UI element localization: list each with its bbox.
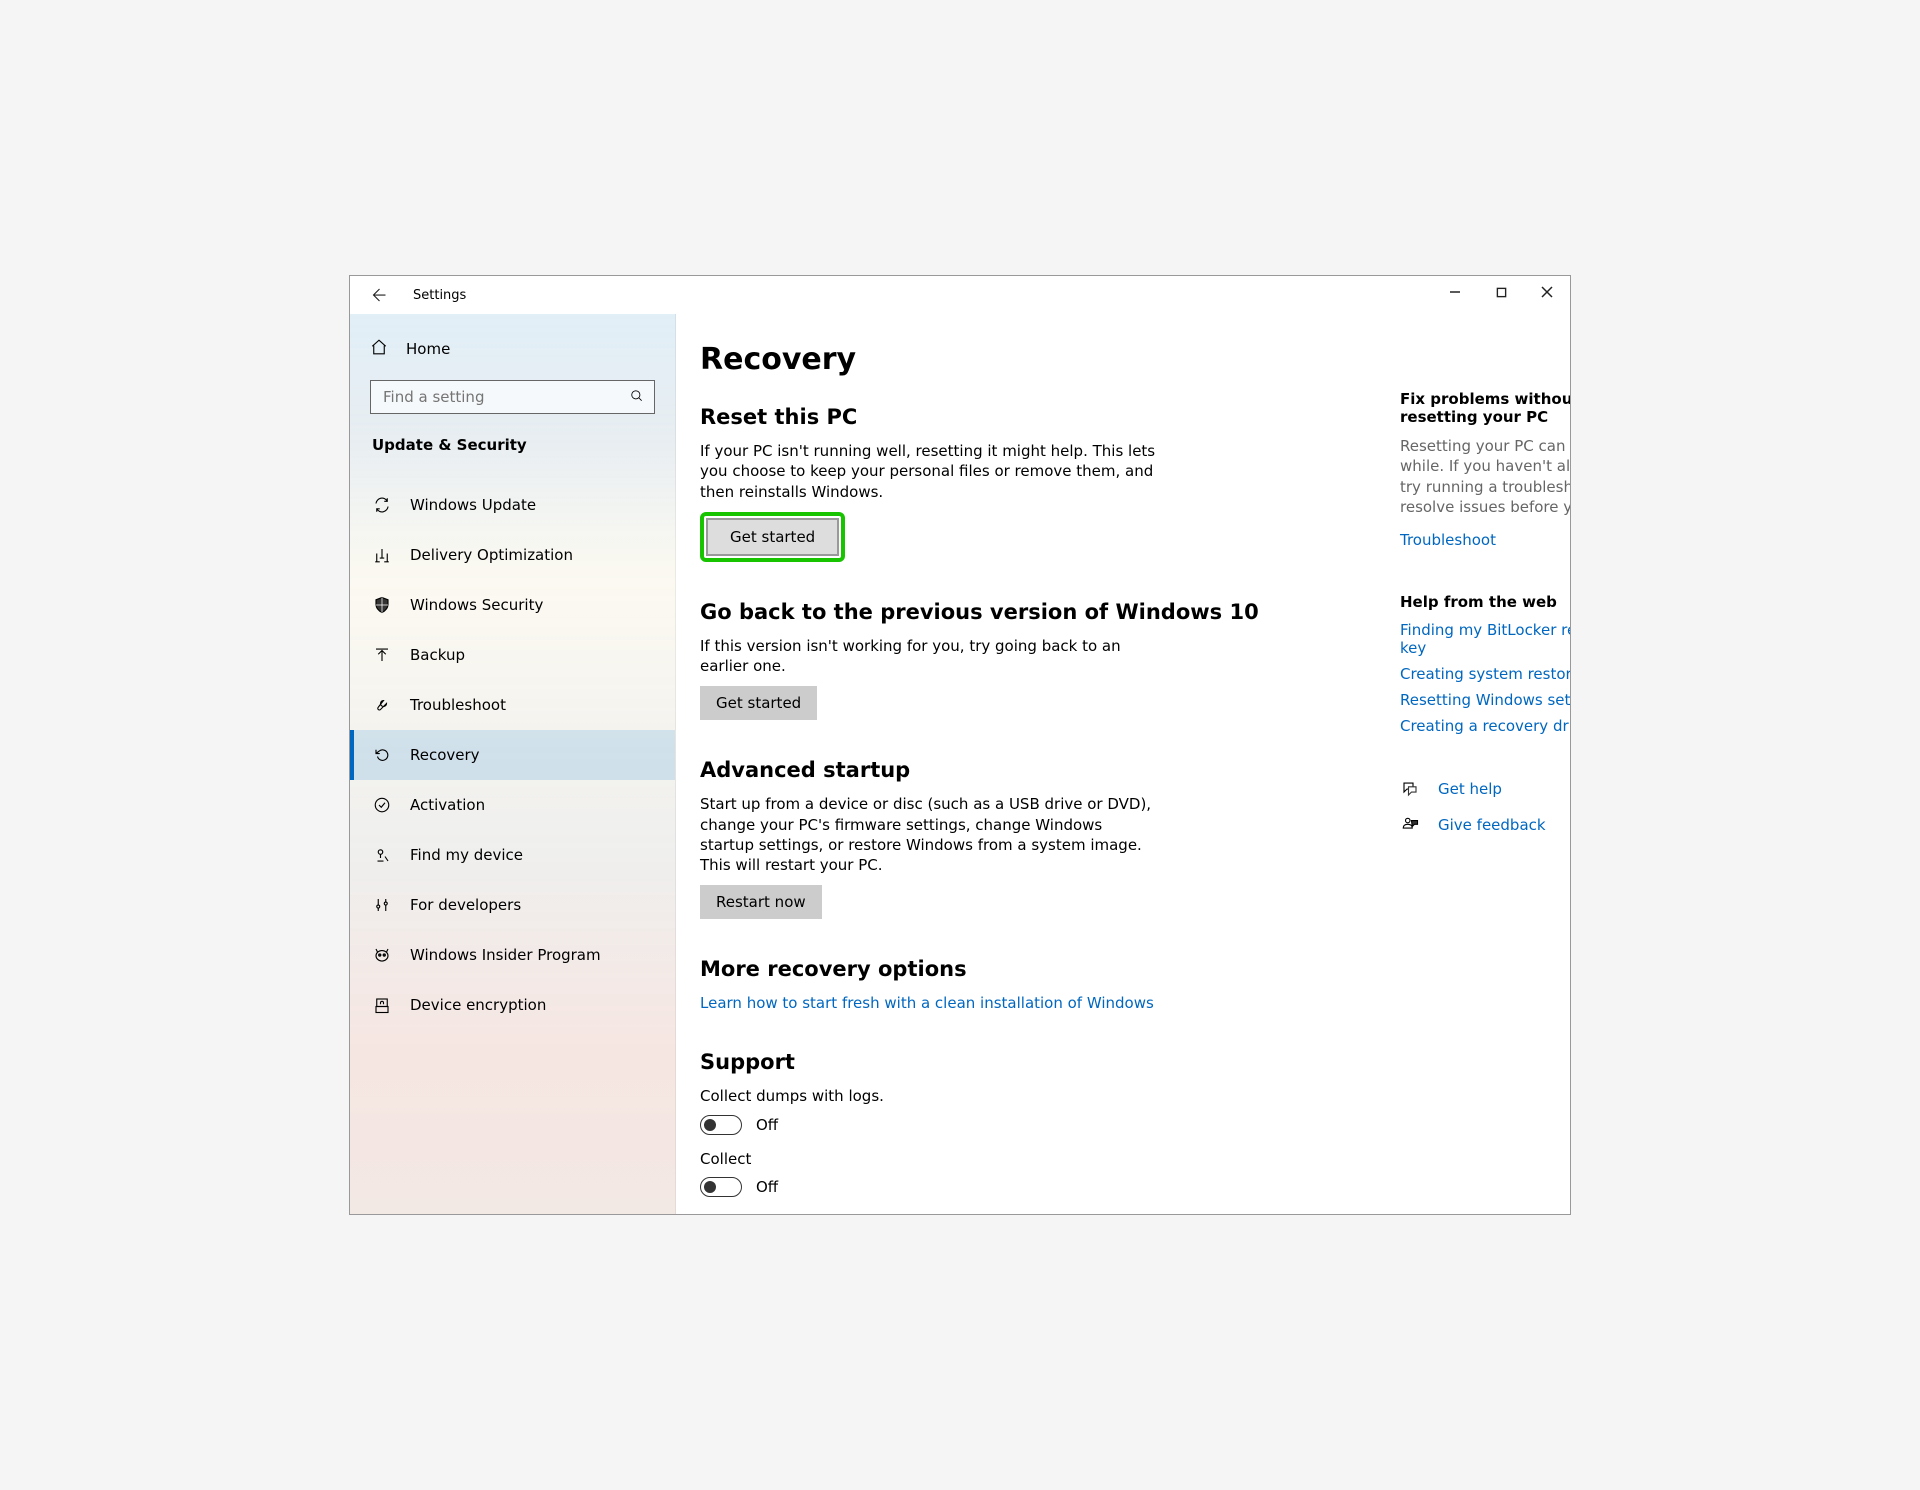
- sidebar-item-label: Windows Update: [410, 496, 536, 514]
- fresh-install-link[interactable]: Learn how to start fresh with a clean in…: [700, 994, 1154, 1012]
- get-help-link: Get help: [1438, 780, 1502, 798]
- sidebar-item-label: Find my device: [410, 846, 523, 864]
- section-support: Support Collect dumps with logs. Off Col…: [700, 1050, 1280, 1197]
- sidebar-item-for-developers[interactable]: For developers: [350, 880, 675, 930]
- find-device-icon: [372, 845, 392, 865]
- get-help-row[interactable]: Get help: [1400, 779, 1570, 799]
- collect-dumps-state: Off: [756, 1116, 778, 1134]
- check-circle-icon: [372, 795, 392, 815]
- aside-fix-block: Fix problems without resetting your PC R…: [1400, 390, 1570, 549]
- content-column: Recovery Reset this PC If your PC isn't …: [700, 342, 1280, 1214]
- help-title: Help from the web: [1400, 593, 1570, 611]
- sidebar-item-label: Activation: [410, 796, 485, 814]
- maximize-button[interactable]: [1478, 276, 1524, 308]
- collect-dumps-toggle[interactable]: [700, 1115, 742, 1135]
- titlebar: Settings: [350, 276, 1570, 314]
- highlight-marker: Get started: [700, 512, 845, 562]
- sidebar-item-label: Delivery Optimization: [410, 546, 573, 564]
- shield-icon: [372, 595, 392, 615]
- sidebar-item-troubleshoot[interactable]: Troubleshoot: [350, 680, 675, 730]
- page-title: Recovery: [700, 342, 1280, 377]
- sidebar-item-label: For developers: [410, 896, 521, 914]
- upload-icon: [372, 645, 392, 665]
- help-link-reset-settings[interactable]: Resetting Windows settings: [1400, 691, 1570, 709]
- goback-get-started-button[interactable]: Get started: [700, 686, 817, 720]
- search-box[interactable]: [370, 380, 655, 414]
- goback-description: If this version isn't working for you, t…: [700, 636, 1160, 677]
- sidebar-item-activation[interactable]: Activation: [350, 780, 675, 830]
- reset-get-started-button[interactable]: Get started: [706, 518, 839, 556]
- sidebar-item-label: Backup: [410, 646, 465, 664]
- sidebar-item-insider-program[interactable]: Windows Insider Program: [350, 930, 675, 980]
- help-link-restore-point[interactable]: Creating system restore point: [1400, 665, 1570, 683]
- aside-actions-block: Get help Give feedback: [1400, 779, 1570, 835]
- sidebar-item-delivery-optimization[interactable]: Delivery Optimization: [350, 530, 675, 580]
- collect-toggle[interactable]: [700, 1177, 742, 1197]
- sidebar-category-title: Update & Security: [350, 436, 675, 468]
- sidebar-item-recovery[interactable]: Recovery: [350, 730, 675, 780]
- sidebar-item-windows-update[interactable]: Windows Update: [350, 480, 675, 530]
- recovery-icon: [372, 745, 392, 765]
- sidebar: Home Update & Security Windows Update: [350, 314, 676, 1214]
- fix-title: Fix problems without resetting your PC: [1400, 390, 1570, 426]
- window-controls: [1432, 276, 1570, 308]
- collect-label: Collect: [700, 1149, 1160, 1169]
- sidebar-item-label: Troubleshoot: [410, 696, 506, 714]
- chat-help-icon: [1400, 779, 1420, 799]
- home-icon: [370, 338, 388, 360]
- search-input[interactable]: [381, 387, 618, 407]
- advanced-heading: Advanced startup: [700, 758, 1280, 782]
- search-container: [350, 380, 675, 436]
- goback-heading: Go back to the previous version of Windo…: [700, 600, 1280, 624]
- section-go-back: Go back to the previous version of Windo…: [700, 600, 1280, 721]
- sidebar-nav: Windows Update Delivery Optimization Win…: [350, 480, 675, 1030]
- sidebar-item-label: Recovery: [410, 746, 480, 764]
- restart-now-button[interactable]: Restart now: [700, 885, 822, 919]
- back-button[interactable]: [368, 285, 388, 305]
- aside-column: Fix problems without resetting your PC R…: [1400, 342, 1570, 1214]
- settings-window: Settings Home Upd: [349, 275, 1571, 1215]
- troubleshoot-link[interactable]: Troubleshoot: [1400, 531, 1570, 549]
- sidebar-item-backup[interactable]: Backup: [350, 630, 675, 680]
- section-reset-pc: Reset this PC If your PC isn't running w…: [700, 405, 1280, 562]
- sidebar-item-label: Device encryption: [410, 996, 546, 1014]
- home-nav[interactable]: Home: [350, 338, 675, 380]
- window-title: Settings: [413, 288, 466, 303]
- help-link-recovery-drive[interactable]: Creating a recovery drive: [1400, 717, 1570, 735]
- sidebar-item-find-my-device[interactable]: Find my device: [350, 830, 675, 880]
- insider-icon: [372, 945, 392, 965]
- sidebar-item-label: Windows Security: [410, 596, 543, 614]
- sidebar-item-windows-security[interactable]: Windows Security: [350, 580, 675, 630]
- feedback-icon: [1400, 815, 1420, 835]
- main-content: Recovery Reset this PC If your PC isn't …: [676, 314, 1570, 1214]
- help-link-bitlocker[interactable]: Finding my BitLocker recovery key: [1400, 621, 1570, 657]
- collect-dumps-label: Collect dumps with logs.: [700, 1086, 1160, 1106]
- sidebar-item-label: Windows Insider Program: [410, 946, 601, 964]
- support-heading: Support: [700, 1050, 1280, 1074]
- collect-state: Off: [756, 1178, 778, 1196]
- section-advanced-startup: Advanced startup Start up from a device …: [700, 758, 1280, 919]
- more-heading: More recovery options: [700, 957, 1280, 981]
- advanced-description: Start up from a device or disc (such as …: [700, 794, 1160, 875]
- close-button[interactable]: [1524, 276, 1570, 308]
- wrench-icon: [372, 695, 392, 715]
- delivery-icon: [372, 545, 392, 565]
- reset-heading: Reset this PC: [700, 405, 1280, 429]
- give-feedback-link: Give feedback: [1438, 816, 1546, 834]
- sync-icon: [372, 495, 392, 515]
- section-more-recovery: More recovery options Learn how to start…: [700, 957, 1280, 1012]
- give-feedback-row[interactable]: Give feedback: [1400, 815, 1570, 835]
- reset-description: If your PC isn't running well, resetting…: [700, 441, 1160, 502]
- lock-icon: [372, 995, 392, 1015]
- search-icon: [630, 388, 644, 407]
- home-label: Home: [406, 340, 450, 358]
- dev-tools-icon: [372, 895, 392, 915]
- aside-help-block: Help from the web Finding my BitLocker r…: [1400, 593, 1570, 735]
- minimize-button[interactable]: [1432, 276, 1478, 308]
- sidebar-item-device-encryption[interactable]: Device encryption: [350, 980, 675, 1030]
- fix-description: Resetting your PC can take a while. If y…: [1400, 436, 1570, 517]
